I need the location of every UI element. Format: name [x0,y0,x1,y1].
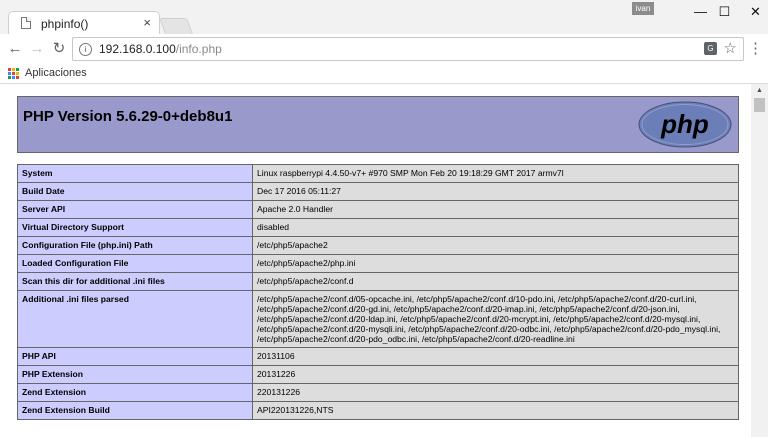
close-window-button[interactable]: ✕ [733,0,768,26]
row-key: PHP Extension [17,365,253,384]
row-key: Configuration File (php.ini) Path [17,236,253,255]
tab-close-icon[interactable]: × [143,15,151,30]
table-row: Server API Apache 2.0 Handler [17,200,739,219]
row-value: /etc/php5/apache2/conf.d/05-opcache.ini,… [252,290,739,348]
bookmarks-bar: Aplicaciones [0,64,768,84]
table-row: Zend Extension Build API220131226,NTS [17,401,739,420]
row-value: disabled [252,218,739,237]
row-value: Linux raspberrypi 4.4.50-v7+ #970 SMP Mo… [252,164,739,183]
row-value: /etc/php5/apache2/php.ini [252,254,739,273]
php-version-title: PHP Version 5.6.29-0+deb8u1 [23,108,233,125]
table-row: Scan this dir for additional .ini files /… [17,272,739,291]
row-key: Server API [17,200,253,219]
apps-dot [12,68,15,71]
table-row: System Linux raspberrypi 4.4.50-v7+ #970 … [17,164,739,183]
browser-toolbar: ← → ↻ i 192.168.0.100/info.php G ☆ ⋮ [0,34,768,64]
row-key: Zend Extension Build [17,401,253,420]
table-row: Build Date Dec 17 2016 05:11:27 [17,182,739,201]
apps-dot [8,68,11,71]
page-icon [21,17,31,29]
phpinfo-header: PHP Version 5.6.29-0+deb8u1 php [17,96,739,153]
apps-dot [16,72,19,75]
table-row: Additional .ini files parsed/etc/php5/ap… [17,290,739,348]
row-value: 20131226 [252,365,739,384]
apps-dot [16,68,19,71]
url-host: 192.168.0.100 [99,42,176,56]
address-bar[interactable]: i 192.168.0.100/info.php G ☆ [72,37,744,61]
phpinfo-table: System Linux raspberrypi 4.4.50-v7+ #970 … [17,164,739,420]
info-icon[interactable]: i [79,43,92,56]
row-key: Build Date [17,182,253,201]
apps-dot [12,76,15,79]
back-arrow-icon[interactable]: ← [6,40,24,58]
vertical-scrollbar[interactable]: ▲ [751,84,768,437]
row-value: Dec 17 2016 05:11:27 [252,182,739,201]
bookmark-star-icon[interactable]: ☆ [724,39,737,57]
new-tab-button[interactable] [159,18,193,34]
table-row: Virtual Directory Support disabled [17,218,739,237]
apps-dot [16,76,19,79]
profile-badge[interactable]: ivan [632,2,654,15]
php-logo-text: php [660,109,709,139]
browser-tab[interactable]: phpinfo() × [8,11,160,34]
url-path: /info.php [175,42,222,56]
table-row: Zend Extension 220131226 [17,383,739,402]
row-key: PHP API [17,347,253,366]
php-logo: php [638,101,732,148]
row-key: Loaded Configuration File [17,254,253,273]
row-key: Additional .ini files parsed [17,290,253,348]
row-value: API220131226,NTS [252,401,739,420]
row-key: Virtual Directory Support [17,218,253,237]
apps-dot [12,72,15,75]
reload-icon[interactable]: ↻ [50,40,68,58]
row-key: Scan this dir for additional .ini files [17,272,253,291]
table-row: PHP API 20131106 [17,347,739,366]
scroll-up-arrow-icon[interactable]: ▲ [751,84,768,98]
table-row: Loaded Configuration File/etc/php5/apach… [17,254,739,273]
scroll-thumb[interactable] [754,98,765,112]
translate-icon[interactable]: G [704,42,717,55]
row-key: Zend Extension [17,383,253,402]
url-text[interactable]: 192.168.0.100/info.php [99,42,222,56]
table-row: Configuration File (php.ini) Path/etc/ph… [17,236,739,255]
tab-title: phpinfo() [41,17,89,31]
apps-grid-icon[interactable] [8,68,19,79]
row-key: System [17,164,253,183]
apps-dot [8,72,11,75]
page-viewport: PHP Version 5.6.29-0+deb8u1 php System Li… [0,84,768,437]
menu-kebab-icon[interactable]: ⋮ [748,39,763,59]
table-row: PHP Extension 20131226 [17,365,739,384]
apps-dot [8,76,11,79]
row-value: 220131226 [252,383,739,402]
row-value: /etc/php5/apache2/conf.d [252,272,739,291]
apps-bookmark[interactable]: Aplicaciones [25,67,87,79]
title-bar: phpinfo() × ivan — ☐ ✕ [0,0,768,34]
row-value: 20131106 [252,347,739,366]
row-value: /etc/php5/apache2 [252,236,739,255]
forward-arrow-icon[interactable]: → [28,40,46,58]
row-value: Apache 2.0 Handler [252,200,739,219]
